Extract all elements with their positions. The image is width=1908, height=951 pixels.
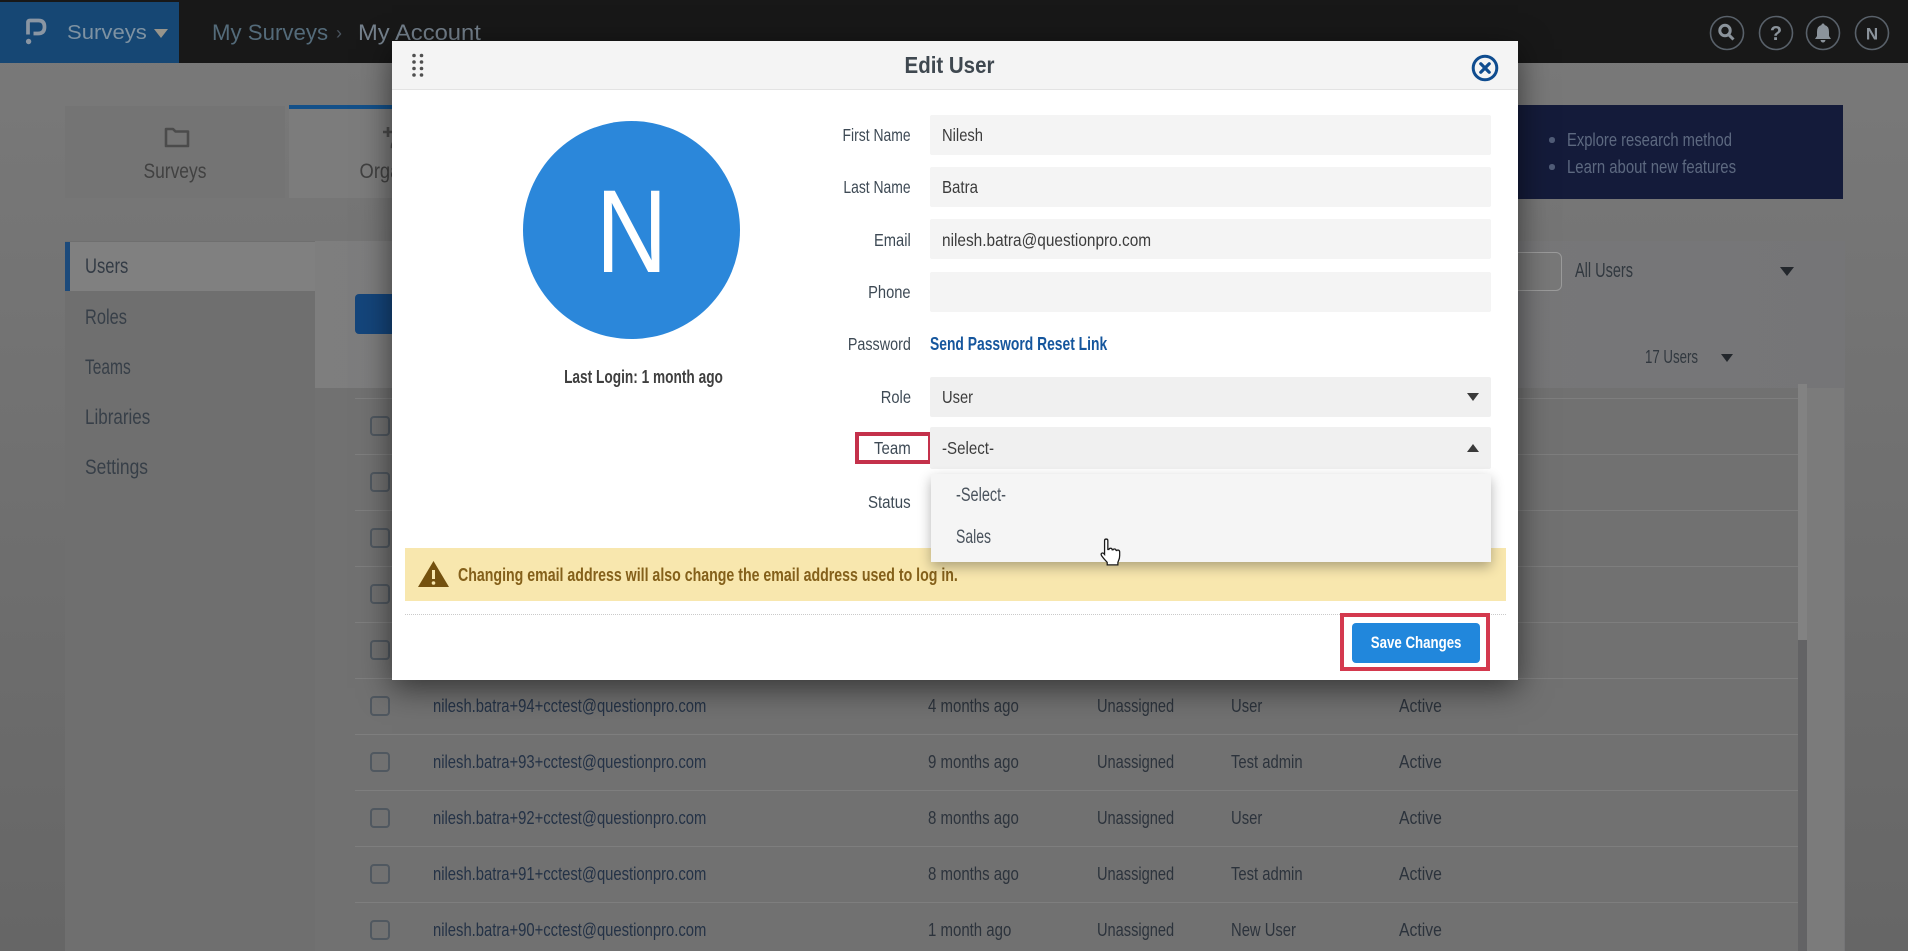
svg-text:?: ? [1770,23,1782,45]
svg-text:N: N [1866,25,1878,44]
